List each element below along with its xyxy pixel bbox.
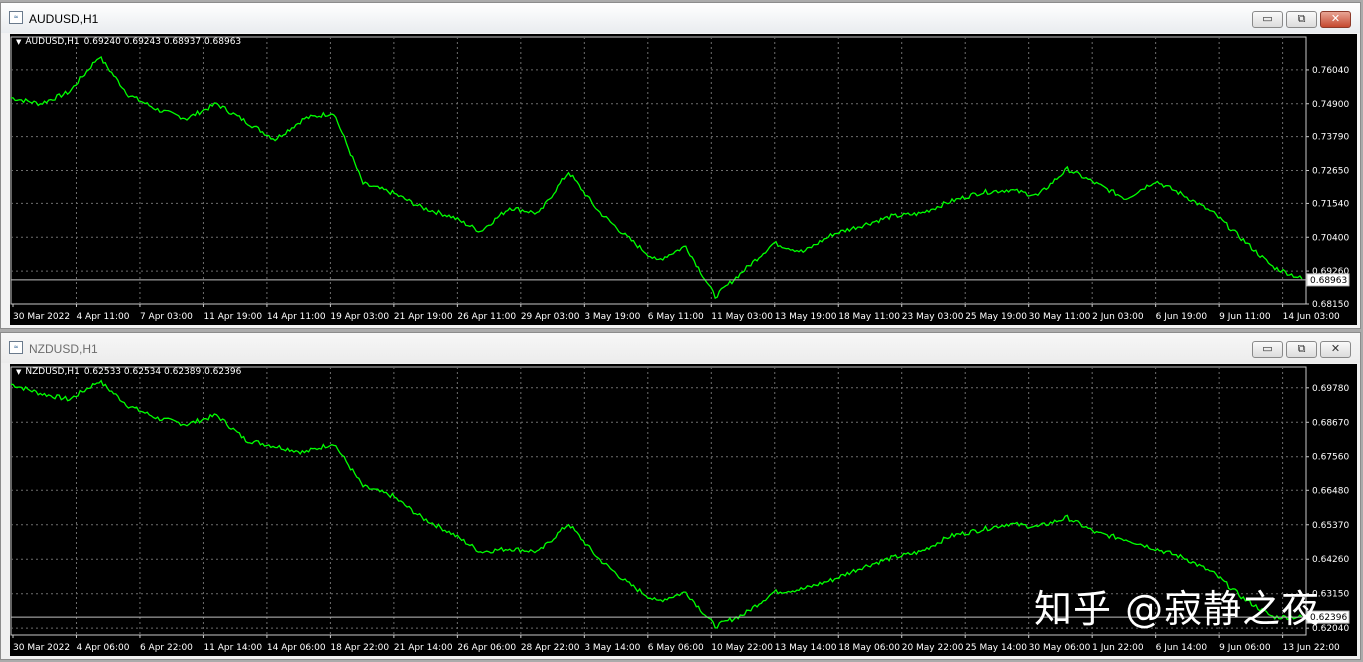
x-tick-label: 14 Jun 03:00 [1283,312,1340,322]
close-price: 0.62396 [204,367,242,377]
close-button[interactable]: ✕ [1320,11,1351,28]
x-tick-label: 18 May 11:00 [838,312,900,322]
x-tick-label: 3 May 14:00 [584,643,640,653]
x-tick-label: 18 May 06:00 [838,643,900,653]
x-tick-label: 26 Apr 11:00 [457,312,516,322]
x-tick-label: 1 Jun 22:00 [1092,643,1144,653]
window-titlebar[interactable]: ≈ AUDUSD,H1 ▭ ⧉ ✕ [1,3,1360,33]
x-tick-label: 4 Apr 11:00 [76,312,129,322]
chart-info-line: ▼ NZDUSD,H1 0.62533 0.62534 0.62389 0.6239… [16,367,241,377]
x-tick-label: 19 Apr 03:00 [330,312,389,322]
y-tick-label: 0.67560 [1312,453,1349,463]
price-line [11,56,1303,300]
x-tick-label: 4 Apr 06:00 [76,643,129,653]
x-tick-label: 21 Apr 19:00 [394,312,453,322]
x-tick-label: 11 May 03:00 [711,312,773,322]
open-price: 0.69240 [83,37,121,47]
chart-window-icon: ≈ [9,341,23,354]
x-tick-label: 14 Apr 06:00 [267,643,326,653]
x-tick-label: 20 May 22:00 [902,643,964,653]
x-tick-label: 11 Apr 19:00 [203,312,262,322]
minimize-button[interactable]: ▭ [1252,11,1283,28]
y-tick-label: 0.76040 [1312,66,1349,76]
window-title: NZDUSD,H1 [29,342,98,356]
y-tick-label: 0.74900 [1312,100,1349,110]
y-tick-label: 0.65370 [1312,521,1349,531]
x-tick-label: 6 Jun 14:00 [1156,643,1208,653]
x-tick-label: 11 Apr 14:00 [203,643,262,653]
minimize-button[interactable]: ▭ [1252,341,1283,358]
x-tick-label: 6 May 11:00 [648,312,704,322]
x-tick-label: 29 Apr 03:00 [521,312,580,322]
window-titlebar[interactable]: ≈ NZDUSD,H1 ▭ ⧉ ✕ [1,333,1360,363]
x-tick-label: 13 May 19:00 [775,312,837,322]
x-tick-label: 10 May 22:00 [711,643,773,653]
x-tick-label: 9 Jun 11:00 [1219,312,1271,322]
close-button[interactable]: ✕ [1320,341,1351,358]
x-tick-label: 7 Apr 03:00 [140,312,193,322]
y-tick-label: 0.68150 [1312,300,1349,310]
price-chart[interactable]: 30 Mar 2022 4 Apr 11:00 7 Apr 03:00 11 Apr … [10,34,1357,325]
x-tick-label: 6 Apr 22:00 [140,643,193,653]
chart-window-icon: ≈ [9,11,23,24]
low-price: 0.68937 [163,37,202,47]
chart-window-audusd[interactable]: ≈ AUDUSD,H1 ▭ ⧉ ✕ 30 Mar 2022 4 Apr 11:00… [0,2,1361,329]
collapse-triangle-icon[interactable]: ▼ [16,368,21,376]
collapse-triangle-icon[interactable]: ▼ [16,38,21,46]
low-price: 0.62389 [164,367,202,377]
close-price: 0.68963 [203,37,242,47]
symbol-label: AUDUSD,H1 [25,37,80,47]
high-price: 0.69243 [123,37,161,47]
x-tick-label: 14 Apr 11:00 [267,312,326,322]
y-tick-label: 0.71540 [1312,199,1349,209]
high-price: 0.62534 [123,367,162,377]
open-price: 0.62533 [83,367,122,377]
x-tick-label: 6 Jun 19:00 [1156,312,1208,322]
x-tick-label: 9 Jun 06:00 [1219,643,1271,653]
x-tick-label: 18 Apr 22:00 [330,643,389,653]
x-tick-label: 26 Apr 06:00 [457,643,516,653]
symbol-label: NZDUSD,H1 [25,367,80,377]
x-tick-label: 3 May 19:00 [584,312,640,322]
window-title: AUDUSD,H1 [29,12,99,26]
y-tick-label: 0.64260 [1312,555,1349,565]
current-price-label: 0.68963 [1310,276,1347,286]
restore-button[interactable]: ⧉ [1286,341,1317,358]
chart-info-line: ▼ AUDUSD,H1 0.69240 0.69243 0.68937 0.6896… [16,37,241,47]
x-tick-label: 25 May 19:00 [965,312,1027,322]
x-tick-label: 13 Jun 22:00 [1283,643,1340,653]
x-tick-label: 30 May 06:00 [1029,643,1091,653]
y-tick-label: 0.72650 [1312,167,1349,177]
x-tick-label: 23 May 03:00 [902,312,964,322]
y-tick-label: 0.70400 [1312,233,1349,243]
y-tick-label: 0.68670 [1312,418,1349,428]
restore-button[interactable]: ⧉ [1286,11,1317,28]
chart-canvas[interactable]: 30 Mar 2022 4 Apr 11:00 7 Apr 03:00 11 Apr … [10,34,1357,325]
x-tick-label: 6 May 06:00 [648,643,704,653]
x-tick-label: 2 Jun 03:00 [1092,312,1144,322]
watermark-text: 知乎 @寂静之夜 [1034,587,1321,631]
y-tick-label: 0.69780 [1312,384,1349,394]
x-tick-label: 30 Mar 2022 [13,312,70,322]
x-tick-label: 25 May 14:00 [965,643,1027,653]
x-tick-label: 30 May 11:00 [1029,312,1091,322]
y-tick-label: 0.66480 [1312,486,1349,496]
y-tick-label: 0.73790 [1312,133,1349,143]
x-tick-label: 28 Apr 22:00 [521,643,580,653]
x-tick-label: 13 May 14:00 [775,643,837,653]
x-tick-label: 30 Mar 2022 [13,643,70,653]
x-tick-label: 21 Apr 14:00 [394,643,453,653]
